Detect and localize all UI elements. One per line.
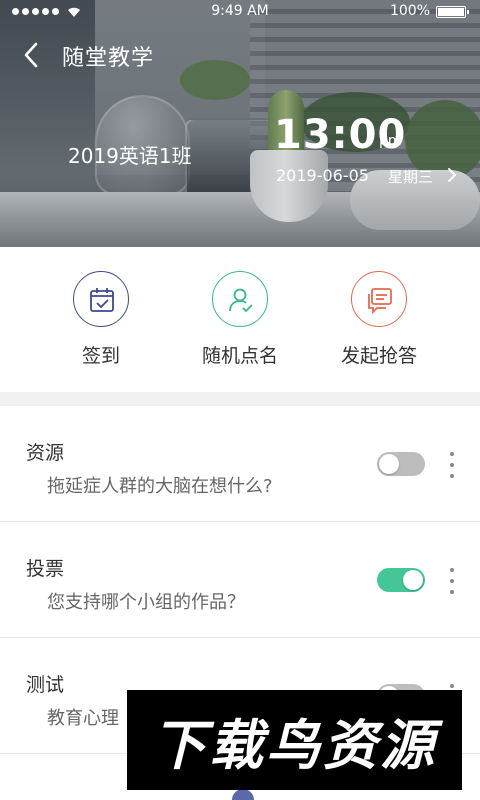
header-banner: 9:49 AM 100% 随堂教学 2019英语1班 13:00 pm 2019… xyxy=(0,0,480,247)
item-subtitle: 您支持哪个小组的作品？ xyxy=(47,592,245,613)
more-vertical-icon[interactable] xyxy=(446,452,458,478)
section-divider xyxy=(0,392,480,406)
chat-icon xyxy=(368,288,392,314)
quick-answer-icon-ring xyxy=(351,271,407,327)
random-call-button[interactable]: 随机点名 xyxy=(170,271,310,368)
date-text: 2019-06-05 xyxy=(276,166,369,185)
banner-shade xyxy=(0,0,480,247)
item-subtitle: 教育心理 xyxy=(47,708,119,729)
calendar-check-icon xyxy=(90,288,114,312)
quick-actions: 签到 随机点名 发起抢答 xyxy=(0,247,480,392)
watermark-logo: 下载鸟资源 xyxy=(127,690,462,790)
toggle-switch[interactable] xyxy=(377,568,425,592)
item-title: 资源 xyxy=(26,442,65,464)
bottom-fab-edge[interactable] xyxy=(232,789,254,800)
quick-answer-label: 发起抢答 xyxy=(340,345,417,367)
item-subtitle: 拖延症人群的大脑在想什么? xyxy=(47,476,273,497)
toggle-switch[interactable] xyxy=(377,452,425,476)
class-name: 2019英语1班 xyxy=(68,144,192,168)
page-title: 随堂教学 xyxy=(62,46,155,71)
clock-ampm: pm xyxy=(379,133,402,149)
list-item[interactable]: 投票 您支持哪个小组的作品？ xyxy=(0,522,480,638)
quick-answer-button[interactable]: 发起抢答 xyxy=(309,271,449,368)
sign-in-button[interactable]: 签到 xyxy=(31,271,171,368)
sign-in-icon-ring xyxy=(73,271,129,327)
item-title: 测试 xyxy=(26,674,65,696)
toggle-knob xyxy=(403,570,423,590)
battery-icon xyxy=(436,6,469,18)
weekday-text: 星期三 xyxy=(388,168,434,186)
battery-percent: 100% xyxy=(389,3,430,19)
toggle-knob xyxy=(379,454,399,474)
item-title: 投票 xyxy=(26,558,65,580)
status-bar: 9:49 AM 100% xyxy=(0,0,480,24)
sign-in-label: 签到 xyxy=(81,345,120,367)
random-call-label: 随机点名 xyxy=(201,345,278,367)
back-arrow-icon[interactable] xyxy=(20,40,44,70)
chevron-right-icon[interactable] xyxy=(445,166,459,184)
more-vertical-icon[interactable] xyxy=(446,568,458,594)
list-item[interactable]: 资源 拖延症人群的大脑在想什么? xyxy=(0,406,480,522)
user-check-icon xyxy=(229,288,253,313)
random-call-icon-ring xyxy=(212,271,268,327)
